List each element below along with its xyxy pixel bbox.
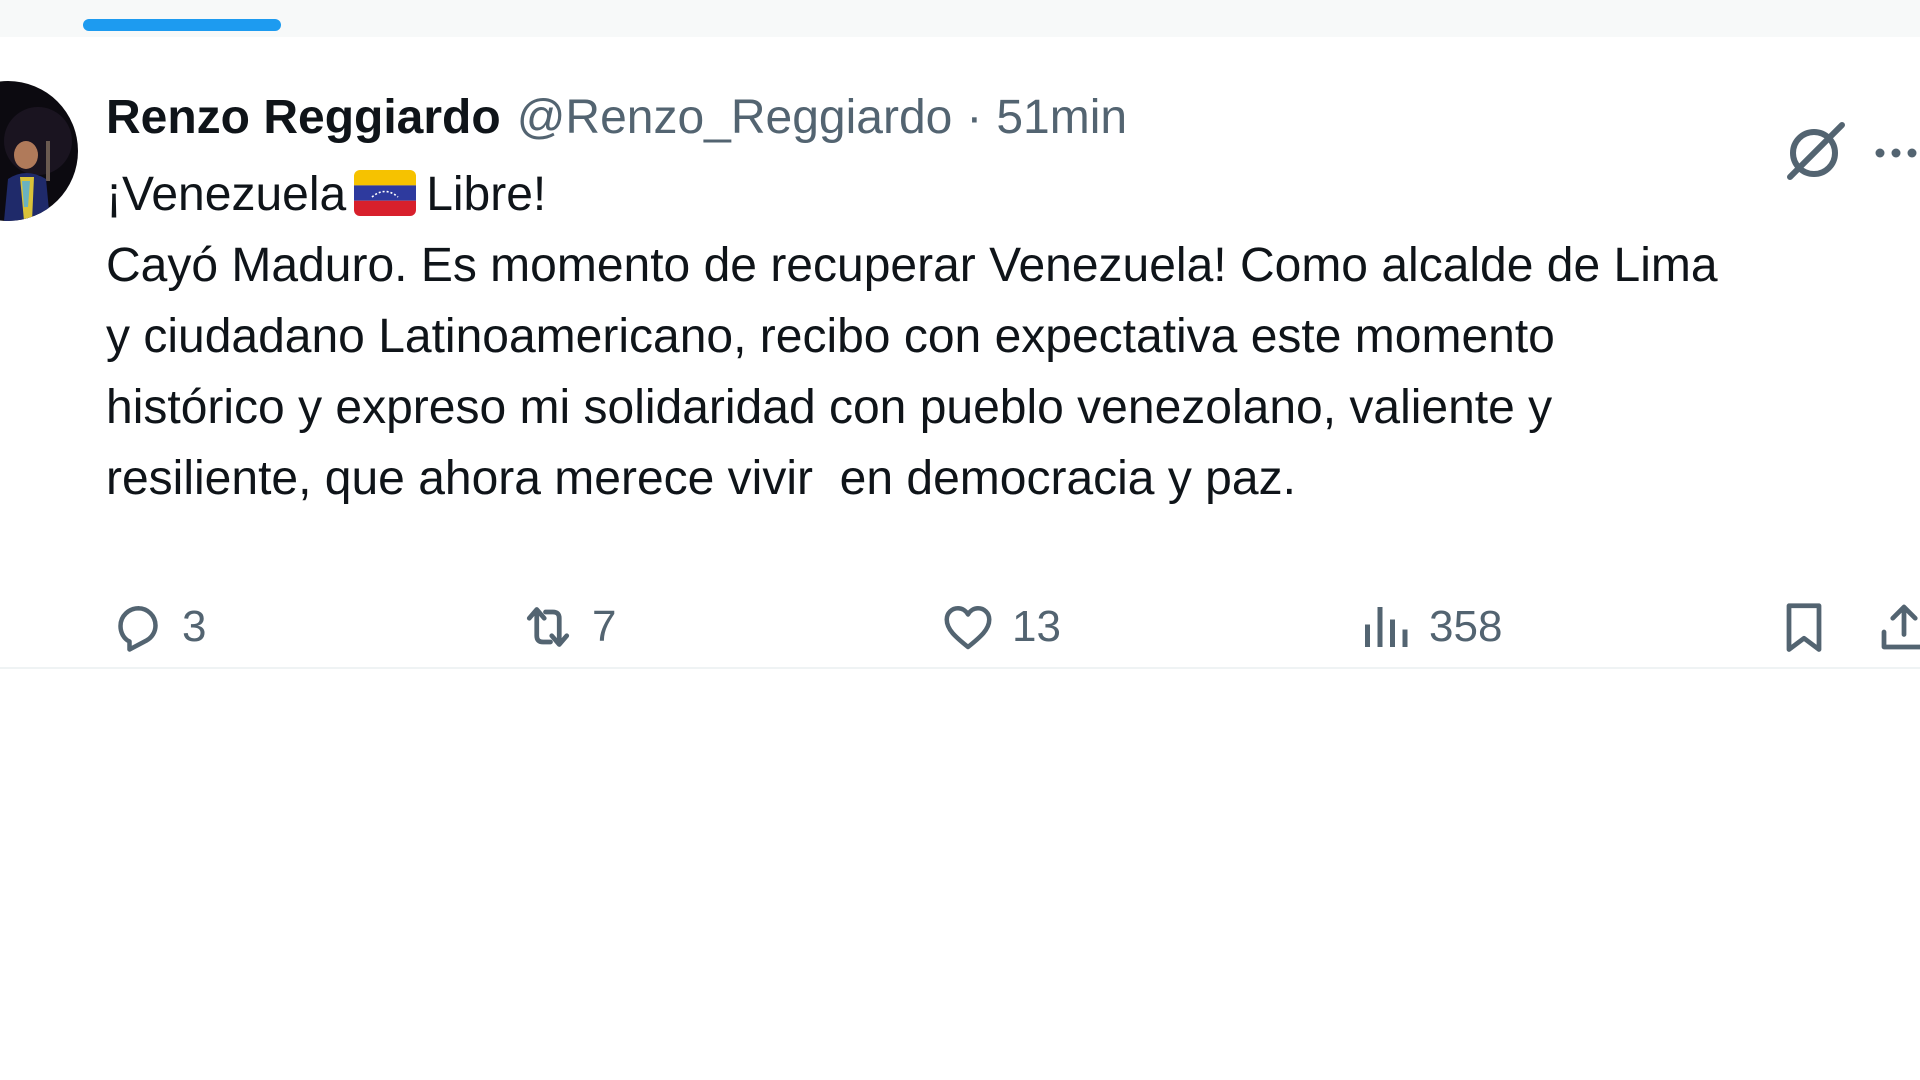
active-tab-indicator	[83, 19, 281, 31]
post[interactable]: Renzo Reggiardo @Renzo_Reggiardo · 51min…	[0, 37, 1920, 669]
views-count: 358	[1429, 602, 1503, 651]
reply-count: 3	[182, 602, 207, 651]
heart-icon	[944, 606, 992, 650]
post-timestamp[interactable]: 51min	[996, 90, 1127, 145]
venezuela-flag-icon	[354, 170, 417, 216]
repost-count: 7	[592, 602, 617, 651]
author-handle[interactable]: @Renzo_Reggiardo	[517, 90, 953, 145]
share-button[interactable]	[1874, 592, 1920, 662]
repost-icon	[526, 607, 570, 647]
reply-icon	[118, 606, 158, 652]
like-button[interactable]: 13	[938, 592, 1061, 662]
post-text-line: y ciudadano Latinoamericano, recibo con …	[106, 310, 1555, 363]
reply-button[interactable]: 3	[108, 592, 206, 662]
post-text: ¡Venezuela Libre! Cayó Maduro. Es moment…	[106, 159, 1916, 514]
bookmark-icon	[1786, 603, 1822, 652]
post-text-line: Cayó Maduro. Es momento de recuperar Ven…	[106, 239, 1718, 292]
header-separator: ·	[966, 90, 983, 144]
repost-button[interactable]: 7	[518, 592, 616, 662]
post-text-segment: ¡Venezuela	[106, 168, 347, 221]
like-count: 13	[1012, 602, 1061, 651]
avatar[interactable]	[0, 81, 78, 221]
tab-strip	[0, 0, 1920, 39]
post-text-segment: Libre!	[426, 168, 547, 221]
views-button[interactable]: 358	[1355, 592, 1502, 662]
bookmark-button[interactable]	[1774, 592, 1834, 662]
post-text-line: ¡Venezuela Libre!	[106, 159, 1916, 230]
post-text-line: resiliente, que ahora merece vivir en de…	[106, 452, 1296, 505]
author-display-name[interactable]: Renzo Reggiardo	[106, 90, 501, 145]
share-icon	[1881, 604, 1920, 650]
views-icon	[1365, 607, 1408, 647]
post-header: Renzo Reggiardo @Renzo_Reggiardo · 51min	[106, 87, 1127, 147]
post-text-line: histórico y expreso mi solidaridad con p…	[106, 381, 1553, 434]
page: Renzo Reggiardo @Renzo_Reggiardo · 51min…	[0, 0, 1920, 1080]
